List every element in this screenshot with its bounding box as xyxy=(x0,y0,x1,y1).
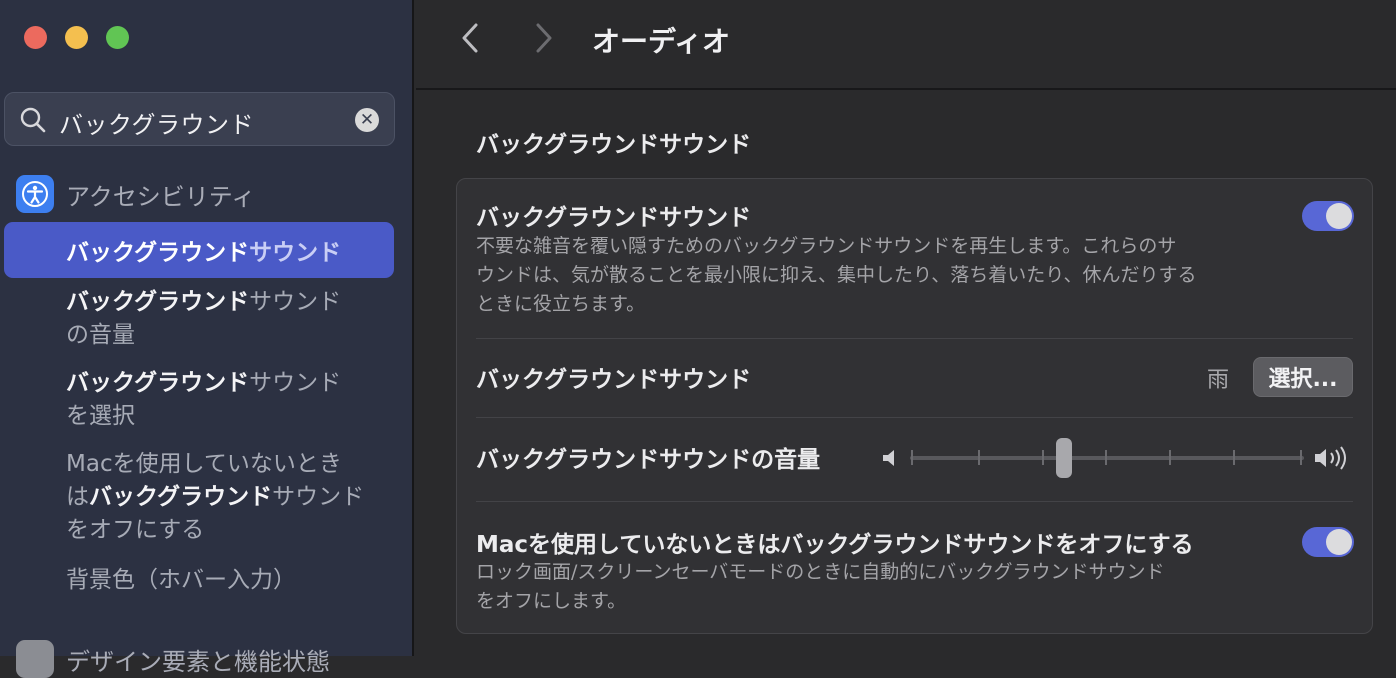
search-field[interactable]: バックグラウンド ✕ xyxy=(4,92,395,146)
sidebar-category-label: アクセシビリティ xyxy=(66,182,256,211)
slider-thumb[interactable] xyxy=(1055,438,1072,478)
volume-high-icon xyxy=(1315,446,1346,470)
minimize-window-button[interactable] xyxy=(65,26,88,49)
sidebar-item-background-color[interactable]: 背景色（ホバー入力） xyxy=(66,564,296,597)
toolbar: オーディオ xyxy=(416,0,1396,90)
clear-search-icon[interactable]: ✕ xyxy=(355,108,379,132)
sidebar-item-background-sound-volume[interactable]: バックグラウンドサウンド の音量 xyxy=(66,286,341,352)
sidebar: バックグラウンド ✕ アクセシビリティ バックグラウンドサウンド バックグラウン… xyxy=(0,0,414,678)
back-chevron-icon[interactable] xyxy=(456,20,486,56)
sidebar-category-accessibility[interactable]: アクセシビリティ xyxy=(16,175,255,213)
bg-sound-volume-title: バックグラウンドサウンドの音量 xyxy=(476,447,821,473)
slider-tick xyxy=(1169,450,1171,465)
search-input[interactable]: バックグラウンド xyxy=(59,105,254,140)
slider-tick xyxy=(1105,450,1107,465)
sidebar-item-label: バックグラウンドサウンド xyxy=(66,240,342,266)
slider-tick xyxy=(1300,450,1302,465)
bg-sound-description: 不要な雑音を覆い隠すためのバックグラウンドサウンドを再生します。これらのサ ウン… xyxy=(476,235,1197,315)
divider xyxy=(476,501,1353,502)
slider-tick xyxy=(1042,450,1044,465)
divider xyxy=(476,338,1353,339)
bg-sound-choice-title: バックグラウンドサウンド xyxy=(476,367,752,393)
toggle-knob xyxy=(1326,529,1352,555)
volume-slider[interactable] xyxy=(880,436,1352,480)
auto-off-description: ロック画面/スクリーンセーバモードのときに自動的にバックグラウンドサウンド をオ… xyxy=(476,561,1165,612)
slider-tick xyxy=(978,450,980,465)
divider xyxy=(476,417,1353,418)
page-title: オーディオ xyxy=(592,25,731,58)
selected-sound-value: 雨 xyxy=(1207,368,1230,393)
auto-off-toggle[interactable] xyxy=(1302,527,1354,557)
sidebar-category-label: デザイン要素と機能状態 xyxy=(66,647,330,676)
sidebar-item-turn-off-when-idle[interactable]: Macを使用していないとき はバックグラウンドサウンド をオフにする xyxy=(66,448,364,547)
slider-tick xyxy=(911,450,913,465)
bg-sound-toggle[interactable] xyxy=(1302,201,1354,231)
volume-low-icon xyxy=(883,450,894,466)
auto-off-title: Macを使用していないときはバックグラウンドサウンドをオフにする xyxy=(476,532,1194,558)
slider-tick xyxy=(1233,450,1235,465)
choose-sound-button[interactable]: 選択... xyxy=(1253,357,1353,397)
close-window-button[interactable] xyxy=(24,26,47,49)
zoom-window-button[interactable] xyxy=(106,26,129,49)
toggle-knob xyxy=(1326,203,1352,229)
bg-sound-toggle-title: バックグラウンドサウンド xyxy=(476,205,752,231)
accessibility-icon xyxy=(16,175,54,213)
design-category-icon xyxy=(16,640,54,678)
section-title: バックグラウンドサウンド xyxy=(476,132,752,158)
slider-track xyxy=(910,456,1304,460)
sidebar-item-choose-background-sound[interactable]: バックグラウンドサウンド を選択 xyxy=(66,367,341,433)
search-icon xyxy=(20,107,46,133)
sidebar-category-design[interactable]: デザイン要素と機能状態 xyxy=(16,640,330,678)
sidebar-item-background-sound[interactable]: バックグラウンドサウンド xyxy=(4,222,394,278)
forward-chevron-icon[interactable] xyxy=(528,20,558,56)
window-controls xyxy=(24,26,129,49)
